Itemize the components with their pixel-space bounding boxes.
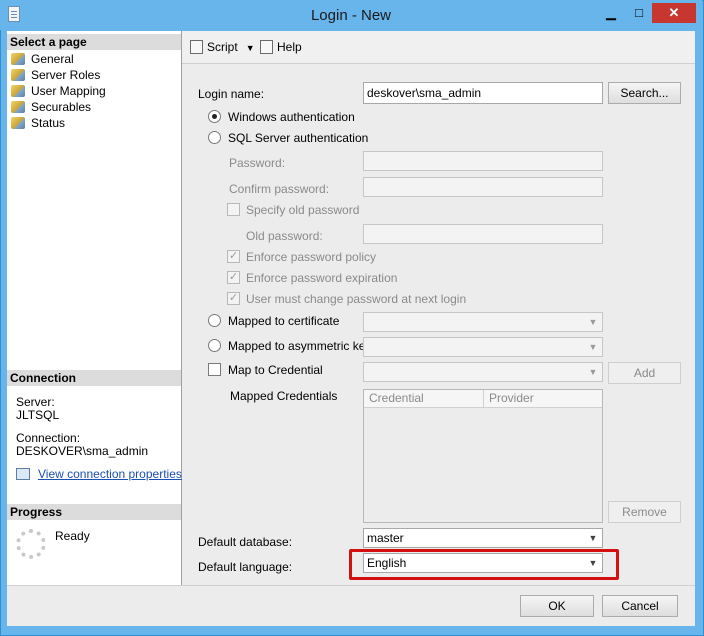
password-input[interactable] [363, 151, 603, 171]
progress-status: Ready [55, 529, 90, 543]
windows-auth-radio[interactable] [208, 110, 221, 123]
add-button[interactable]: Add [608, 362, 681, 384]
close-icon[interactable]: ✕ [652, 3, 696, 23]
page-icon [11, 53, 25, 65]
page-label: Server Roles [31, 68, 101, 82]
remove-button[interactable]: Remove [608, 501, 681, 523]
default-database-value: master [367, 531, 404, 545]
must-change-label: User must change password at next login [246, 292, 467, 306]
toolbar: Script ▼ Help [182, 31, 695, 64]
mapped-credentials-grid[interactable]: Credential Provider [363, 389, 603, 523]
page-securables[interactable]: Securables [11, 99, 91, 115]
script-button[interactable]: Script ▼ [190, 40, 255, 54]
default-language-label: Default language: [198, 560, 293, 574]
view-connection-properties[interactable]: View connection properties [16, 467, 182, 481]
select-page-header: Select a page [7, 34, 181, 50]
page-label: User Mapping [31, 84, 106, 98]
mapped-certificate-label: Mapped to certificate [228, 314, 340, 328]
old-password-input[interactable] [363, 224, 603, 244]
server-label: Server: [16, 395, 55, 409]
page-label: Securables [31, 100, 92, 114]
page-icon [11, 117, 25, 129]
left-pane: Select a page General Server Roles User … [7, 31, 182, 585]
page-label: Status [31, 116, 66, 130]
login-name-input[interactable]: deskover\sma_admin [363, 82, 603, 104]
properties-icon [16, 468, 30, 480]
map-credential-label: Map to Credential [228, 363, 323, 377]
page-user-mapping[interactable]: User Mapping [11, 83, 106, 99]
progress-header: Progress [7, 504, 181, 520]
help-label: Help [277, 40, 302, 54]
mapped-asymmetric-key-label: Mapped to asymmetric key [228, 339, 372, 353]
connection-value: DESKOVER\sma_admin [16, 444, 149, 458]
confirm-password-label: Confirm password: [229, 182, 330, 196]
chevron-down-icon: ▼ [588, 367, 598, 377]
page-icon [11, 69, 25, 81]
minimize-icon[interactable]: ▁ [597, 3, 625, 23]
sql-auth-radio[interactable] [208, 131, 221, 144]
search-button[interactable]: Search... [608, 82, 681, 104]
help-icon [260, 40, 273, 54]
confirm-password-input[interactable] [363, 177, 603, 197]
specify-old-password-label: Specify old password [246, 203, 360, 217]
default-database-label: Default database: [198, 535, 293, 549]
page-general[interactable]: General [11, 51, 74, 67]
password-label: Password: [229, 156, 286, 170]
grid-column-credential[interactable]: Credential [364, 390, 484, 408]
script-label: Script [207, 40, 238, 54]
grid-column-provider[interactable]: Provider [484, 390, 602, 408]
ok-button[interactable]: OK [520, 595, 594, 617]
page-icon [11, 85, 25, 97]
connection-header: Connection [7, 370, 181, 386]
chevron-down-icon: ▼ [588, 317, 598, 327]
script-icon [190, 40, 203, 54]
view-connection-link[interactable]: View connection properties [38, 467, 182, 481]
maximize-icon[interactable]: □ [625, 3, 653, 23]
annotation-highlight-box [349, 549, 619, 580]
title-bar[interactable]: Login - New ▁ □ ✕ [0, 0, 702, 30]
windows-auth-label: Windows authentication [228, 110, 355, 124]
specify-old-password-checkbox[interactable] [227, 203, 240, 216]
connection-label: Connection: [16, 431, 81, 445]
cancel-button[interactable]: Cancel [602, 595, 678, 617]
mapped-asymmetric-key-radio[interactable] [208, 339, 221, 352]
sql-auth-label: SQL Server authentication [228, 131, 369, 145]
must-change-checkbox[interactable]: ✓ [227, 292, 240, 305]
page-icon [11, 101, 25, 113]
default-database-combo[interactable]: master ▼ [363, 528, 603, 548]
asymmetric-key-combo[interactable]: ▼ [363, 337, 603, 357]
help-button[interactable]: Help [260, 40, 302, 54]
server-value: JLTSQL [16, 408, 60, 422]
enforce-expiration-checkbox[interactable]: ✓ [227, 271, 240, 284]
chevron-down-icon[interactable]: ▼ [246, 43, 255, 53]
login-name-label: Login name: [198, 87, 265, 101]
page-status[interactable]: Status [11, 115, 65, 131]
certificate-combo[interactable]: ▼ [363, 312, 603, 332]
chevron-down-icon: ▼ [588, 533, 598, 543]
page-label: General [31, 52, 74, 66]
map-credential-checkbox[interactable] [208, 363, 221, 376]
chevron-down-icon: ▼ [588, 342, 598, 352]
page-server-roles[interactable]: Server Roles [11, 67, 100, 83]
enforce-policy-label: Enforce password policy [246, 250, 377, 264]
enforce-expiration-label: Enforce password expiration [246, 271, 398, 285]
old-password-label: Old password: [246, 229, 323, 243]
credential-combo[interactable]: ▼ [363, 362, 603, 382]
mapped-certificate-radio[interactable] [208, 314, 221, 327]
enforce-policy-checkbox[interactable]: ✓ [227, 250, 240, 263]
mapped-credentials-label: Mapped Credentials [230, 389, 338, 403]
progress-spinner-icon [16, 529, 46, 559]
